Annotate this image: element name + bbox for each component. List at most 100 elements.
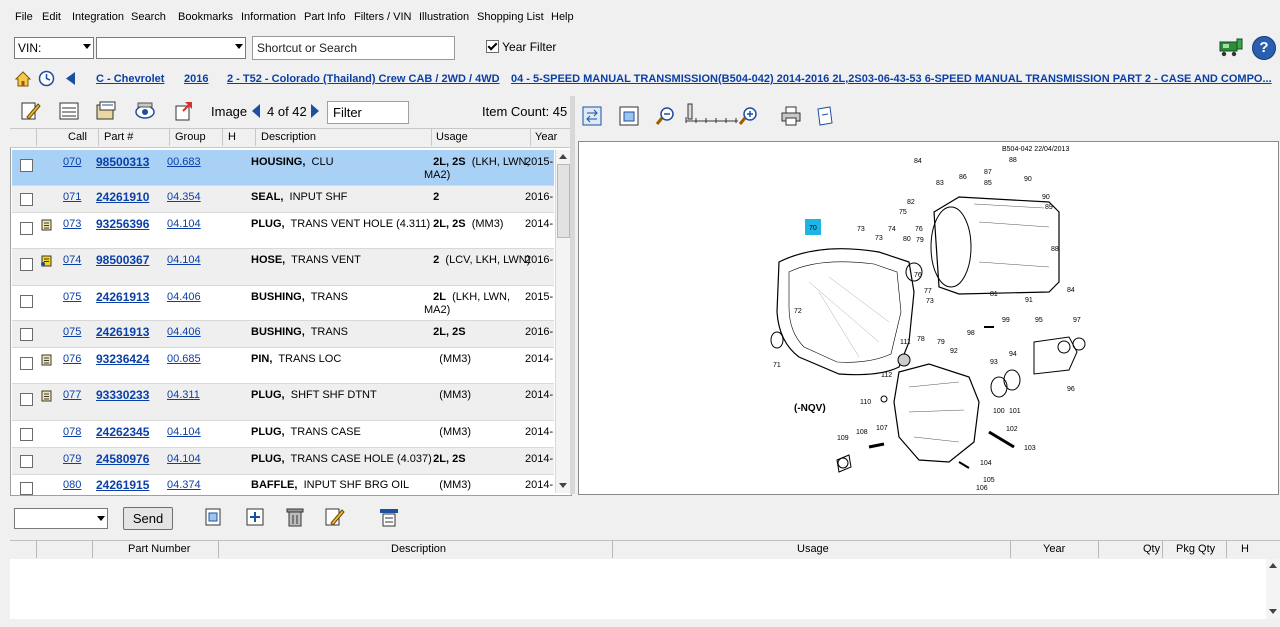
column-description[interactable]: Description [391, 543, 446, 555]
call-number[interactable]: 075 [63, 326, 81, 338]
callout[interactable]: 73 [926, 298, 934, 305]
zoom-out-icon[interactable] [655, 105, 677, 127]
previous-image-icon[interactable] [251, 103, 261, 119]
callout[interactable]: 84 [1067, 287, 1075, 294]
part-number-link[interactable]: 93236424 [96, 352, 149, 366]
note-icon[interactable] [40, 219, 52, 231]
column-divider[interactable] [255, 128, 256, 146]
column-divider[interactable] [1162, 540, 1163, 558]
column-part-number[interactable]: Part # [104, 131, 133, 143]
sync-icon[interactable] [581, 105, 603, 127]
callout[interactable]: 109 [837, 435, 849, 442]
call-number[interactable]: 079 [63, 453, 81, 465]
part-number-link[interactable]: 24580976 [96, 452, 149, 466]
group-link[interactable]: 04.104 [167, 254, 201, 266]
scroll-up-icon[interactable] [559, 153, 567, 159]
callout[interactable]: 79 [916, 237, 924, 244]
table-row[interactable]: 080 24261915 04.374 BAFFLE, INPUT SHF BR… [12, 475, 554, 495]
callout[interactable]: 112 [881, 372, 892, 379]
table-row[interactable]: 075 24261913 04.406 BUSHING, TRANS 2L (L… [12, 286, 554, 321]
part-number-link[interactable]: 24261913 [96, 290, 149, 304]
list-view-icon[interactable] [58, 100, 80, 122]
checkbox-icon[interactable] [486, 40, 499, 53]
column-divider[interactable] [1098, 540, 1099, 558]
callout[interactable]: 90 [1024, 176, 1032, 183]
callout[interactable]: 110 [860, 399, 871, 406]
call-number[interactable]: 078 [63, 426, 81, 438]
column-divider[interactable] [530, 128, 531, 146]
callout[interactable]: 106 [976, 485, 988, 492]
scroll-down-icon[interactable] [1269, 609, 1277, 615]
callout[interactable]: 93 [990, 359, 998, 366]
column-pkg-qty[interactable]: Pkg Qty [1176, 543, 1215, 555]
back-arrow-icon[interactable] [64, 71, 76, 86]
column-h[interactable]: H [228, 131, 236, 143]
next-image-icon[interactable] [310, 103, 320, 119]
column-h[interactable]: H [1241, 543, 1249, 555]
shopping-list-items[interactable] [10, 559, 1266, 619]
callout[interactable]: 101 [1009, 408, 1021, 415]
breadcrumb-group[interactable]: 04 - 5-SPEED MANUAL TRANSMISSION [511, 73, 718, 85]
edit-list-icon[interactable] [323, 506, 345, 528]
breadcrumb-make[interactable]: C - Chevrolet [96, 73, 164, 85]
group-link[interactable]: 00.685 [167, 353, 201, 365]
add-item-icon[interactable] [244, 506, 266, 528]
callout[interactable]: 80 [903, 236, 911, 243]
catalog-icon[interactable] [95, 100, 117, 122]
callout[interactable]: 108 [856, 429, 868, 436]
callout[interactable]: 100 [993, 408, 1005, 415]
part-number-link[interactable]: 93330233 [96, 388, 149, 402]
column-divider[interactable] [98, 128, 99, 146]
history-clock-icon[interactable] [38, 70, 55, 87]
callout[interactable]: 91 [1025, 297, 1033, 304]
menu-filters-vin[interactable]: Filters / VIN [354, 11, 411, 23]
call-number[interactable]: 076 [63, 353, 81, 365]
call-number[interactable]: 080 [63, 479, 81, 491]
edit-notes-icon[interactable] [19, 100, 41, 122]
callout[interactable]: 73 [857, 226, 865, 233]
callout[interactable]: 98 [967, 330, 975, 337]
row-checkbox[interactable] [20, 357, 33, 370]
table-row[interactable]: 071 24261910 04.354 SEAL, INPUT SHF 2 20… [12, 186, 554, 213]
part-number-link[interactable]: 24262345 [96, 425, 149, 439]
scroll-down-icon[interactable] [559, 483, 567, 489]
menu-part-info[interactable]: Part Info [304, 11, 346, 23]
column-qty[interactable]: Qty [1143, 543, 1160, 555]
callout[interactable]: 85 [984, 180, 992, 187]
row-checkbox[interactable] [20, 428, 33, 441]
pane-splitter[interactable] [570, 96, 575, 494]
callout[interactable]: 86 [959, 174, 967, 181]
column-divider[interactable] [92, 540, 93, 558]
callout[interactable]: 111 [900, 339, 911, 346]
callout[interactable]: 102 [1006, 426, 1018, 433]
group-link[interactable]: 04.406 [167, 291, 201, 303]
callout[interactable]: 87 [984, 169, 992, 176]
menu-file[interactable]: File [15, 11, 33, 23]
group-link[interactable]: 00.683 [167, 156, 201, 168]
column-group[interactable]: Group [175, 131, 206, 143]
part-number-link[interactable]: 24261913 [96, 325, 149, 339]
callout[interactable]: 105 [983, 477, 995, 484]
column-part-number[interactable]: Part Number [128, 543, 190, 555]
column-divider[interactable] [36, 540, 37, 558]
part-number-link[interactable]: 98500313 [96, 155, 149, 169]
callout[interactable]: 92 [950, 348, 958, 355]
column-usage[interactable]: Usage [797, 543, 829, 555]
row-checkbox[interactable] [20, 258, 33, 271]
callout[interactable]: 75 [899, 209, 907, 216]
group-link[interactable]: 04.104 [167, 453, 201, 465]
breadcrumb-model[interactable]: 2 - T52 - Colorado (Thailand) Crew CAB /… [227, 73, 500, 85]
call-number[interactable]: 077 [63, 389, 81, 401]
callout[interactable]: 88 [1009, 157, 1017, 164]
column-year[interactable]: Year [1043, 543, 1065, 555]
view-eye-icon[interactable] [134, 100, 156, 122]
print-icon[interactable] [780, 105, 802, 127]
menu-bookmarks[interactable]: Bookmarks [178, 11, 233, 23]
callout[interactable]: 79 [937, 339, 945, 346]
year-filter-checkbox[interactable]: Year Filter [486, 40, 556, 54]
help-icon[interactable]: ? [1252, 36, 1276, 60]
call-number[interactable]: 071 [63, 191, 81, 203]
home-icon[interactable] [14, 70, 32, 88]
breadcrumb-illustration[interactable]: (B504-042) 2014-2016 2L,2S03-06-43-53 6-… [718, 73, 1272, 85]
column-divider[interactable] [218, 540, 219, 558]
